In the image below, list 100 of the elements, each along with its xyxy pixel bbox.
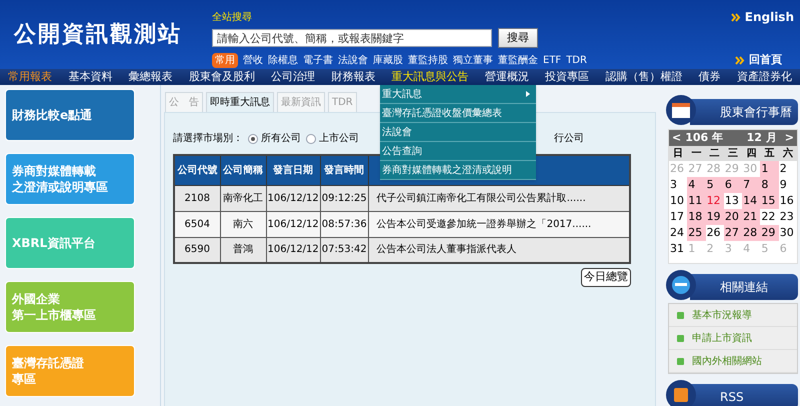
- calendar-day[interactable]: 17: [669, 209, 688, 225]
- today-overview-button[interactable]: 今日總覽: [581, 268, 631, 286]
- promo-banner[interactable]: 財務比較e點通: [5, 89, 135, 141]
- banner-text: 外國企業: [12, 291, 61, 307]
- calendar-day[interactable]: 24: [669, 225, 688, 241]
- calendar-day[interactable]: 2: [778, 161, 797, 177]
- menu-item[interactable]: 法說會: [380, 123, 536, 142]
- calendar-day[interactable]: 15: [760, 193, 779, 209]
- tab[interactable]: 即時重大訊息: [206, 92, 274, 112]
- calendar-day[interactable]: 30: [778, 225, 797, 241]
- calendar-year: 106 年: [685, 130, 724, 146]
- prev-month-button[interactable]: <: [672, 130, 682, 146]
- calendar-day[interactable]: 25: [687, 225, 706, 241]
- related-link[interactable]: 申請上市資訊: [669, 327, 797, 350]
- quick-link[interactable]: ETF: [543, 53, 562, 68]
- banner-text: 券商對媒體轉載: [12, 163, 97, 179]
- weekday-label: 五: [764, 147, 776, 161]
- calendar-day[interactable]: 5: [706, 177, 724, 193]
- nav-item[interactable]: 認購（售）權證: [605, 68, 682, 85]
- weekday-label: 日: [672, 147, 684, 161]
- search-button[interactable]: 搜尋: [498, 28, 538, 48]
- column-header: 發言時間: [320, 155, 368, 185]
- table-cell: 106/12/12: [266, 237, 320, 263]
- table-cell: 2108: [174, 185, 220, 211]
- nav-item[interactable]: 營運概況: [484, 68, 529, 85]
- market-option-text: 行公司: [554, 132, 584, 146]
- weekday-label: 六: [782, 146, 794, 161]
- home-link[interactable]: 回首頁: [735, 52, 794, 68]
- calendar-month: 12 月: [746, 130, 777, 146]
- calendar-day[interactable]: 7: [742, 177, 760, 193]
- related-link[interactable]: 國內外相關網站: [669, 350, 797, 373]
- related-link[interactable]: 基本市況報導: [669, 304, 797, 327]
- market-radio[interactable]: 上市公司: [306, 131, 359, 146]
- calendar-day[interactable]: 20: [724, 209, 742, 225]
- calendar-day[interactable]: 16: [778, 193, 797, 209]
- calendar-day[interactable]: 1: [760, 161, 779, 177]
- calendar-day[interactable]: 6: [724, 177, 742, 193]
- menu-item[interactable]: 臺灣存託憑證收盤價彙總表: [380, 104, 536, 123]
- calendar-day[interactable]: 4: [687, 177, 706, 193]
- nav-item[interactable]: 債券: [698, 68, 721, 85]
- english-link[interactable]: English: [730, 8, 794, 26]
- calendar-day[interactable]: 18: [687, 209, 706, 225]
- table-cell: 6504: [174, 211, 220, 237]
- menu-item[interactable]: 重大訊息: [380, 85, 536, 104]
- banner-text: 第一上市櫃專區: [12, 307, 97, 323]
- banner-text: 專區: [12, 371, 37, 387]
- rss-icon: [666, 380, 696, 406]
- calendar-day[interactable]: 23: [778, 209, 797, 225]
- market-radio[interactable]: 所有公司: [248, 131, 301, 146]
- nav-item[interactable]: 基本資料: [68, 68, 112, 85]
- calendar-day[interactable]: 9: [778, 177, 797, 193]
- column-header: 發言日期: [266, 155, 320, 185]
- quick-link[interactable]: 法說會: [338, 53, 368, 68]
- panel-title: 相關連結: [720, 279, 768, 296]
- calendar-day[interactable]: 14: [742, 193, 760, 209]
- next-month-button[interactable]: >: [784, 130, 794, 146]
- quick-link[interactable]: 除權息: [268, 53, 298, 68]
- calendar-day[interactable]: 31: [669, 241, 688, 257]
- calendar-day[interactable]: 27: [724, 225, 742, 241]
- quick-link[interactable]: 營收: [243, 53, 263, 68]
- nav-item[interactable]: 公司治理: [271, 68, 316, 85]
- panel-title: RSS: [720, 389, 744, 406]
- weekday-label: 一: [690, 147, 702, 161]
- quick-link[interactable]: 庫藏股: [373, 53, 403, 68]
- quick-link[interactable]: TDR: [566, 53, 587, 68]
- banner-text: 之澄清或說明專區: [12, 179, 109, 195]
- calendar-day[interactable]: 26: [706, 225, 724, 241]
- calendar-day[interactable]: 19: [706, 209, 724, 225]
- menu-item[interactable]: 公告查詢: [380, 142, 536, 161]
- column-header: 公司簡稱: [220, 155, 266, 185]
- banner-text: 臺灣存託憑證: [12, 355, 85, 371]
- calendar-day[interactable]: 22: [760, 209, 779, 225]
- calendar-day[interactable]: 11: [687, 193, 706, 209]
- calendar-day[interactable]: 3: [669, 177, 688, 193]
- nav-item[interactable]: 財務報表: [331, 68, 376, 85]
- quick-link[interactable]: 電子書: [303, 53, 333, 68]
- nav-item[interactable]: 股東會及股利: [188, 68, 255, 85]
- column-header: 公司代號: [174, 155, 220, 185]
- nav-item[interactable]: 常用報表: [8, 68, 52, 85]
- calendar-day[interactable]: 29: [760, 225, 779, 241]
- nav-item[interactable]: 彙總報表: [128, 68, 173, 85]
- calendar-day[interactable]: 13: [724, 193, 742, 209]
- search-field[interactable]: 請輸入公司代號、簡稱，或報表關鍵字: [212, 29, 492, 47]
- site-title[interactable]: 公開資訊觀測站: [14, 18, 182, 51]
- nav-item[interactable]: 資產證券化: [736, 68, 792, 85]
- table-cell: 106/12/12: [266, 211, 320, 237]
- calendar-day[interactable]: 28: [742, 225, 760, 241]
- table-cell: 南六: [220, 211, 266, 237]
- banner-text: XBRL資訊平台: [12, 235, 96, 251]
- nav-item[interactable]: 投資專區: [545, 68, 590, 85]
- table-cell: 07:53:42: [320, 237, 368, 263]
- calendar-day[interactable]: 8: [760, 177, 779, 193]
- calendar-day[interactable]: 21: [742, 209, 760, 225]
- submenu-arrow-icon: [526, 91, 530, 97]
- quick-link[interactable]: 獨立董事: [453, 53, 493, 68]
- weekday-label: 四: [745, 147, 758, 161]
- nav-item[interactable]: 重大訊息與公告: [392, 68, 469, 85]
- quick-link[interactable]: 董監酬金: [498, 53, 538, 68]
- calendar-day[interactable]: 10: [669, 193, 688, 209]
- quick-link[interactable]: 董監持股: [408, 53, 448, 68]
